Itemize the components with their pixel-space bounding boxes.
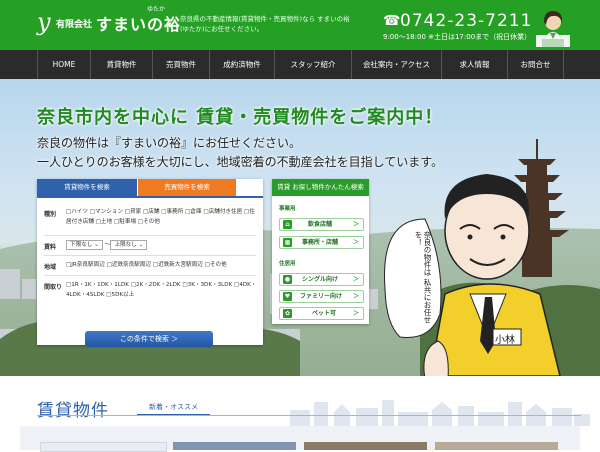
listing-card[interactable]	[304, 442, 427, 450]
quick-office-label: 事務所・店舗	[302, 239, 339, 246]
quick-family-label: ファミリー向け	[300, 293, 343, 300]
section-title: 賃貸物件	[37, 401, 109, 421]
quick-office-button[interactable]: ▦ 事務所・店舗 ＞	[279, 236, 364, 249]
phone-icon: ☎	[383, 13, 401, 29]
chevron-right-icon: ＞	[352, 239, 359, 246]
tab-rent-search[interactable]: 賃貸物件を検索	[37, 179, 137, 196]
quick-search-panel: 賃貸 お探し物件かんたん検索 事業用 ⌂ 飲食店舗 ＞ ▦ 事務所・店舗 ＞ 住…	[272, 179, 369, 324]
quick-single-button[interactable]: ● シングル向け ＞	[279, 273, 364, 286]
search-submit-button[interactable]: この条件で検索 ＞	[85, 331, 213, 347]
business-hours: 9:00～18:00 ※土日は17:00まで（祝日休業）	[383, 33, 532, 41]
listing-card[interactable]	[40, 442, 167, 452]
nav-staff[interactable]: スタッフ紹介	[274, 50, 351, 79]
nav-contact[interactable]: お問合せ	[507, 50, 564, 79]
person-icon: ●	[283, 275, 292, 284]
listing-card[interactable]	[173, 442, 296, 450]
rent-min-select[interactable]: 下限なし ⌄	[66, 240, 103, 250]
chevron-right-icon: ＞	[352, 276, 359, 283]
hero-title: 奈良市内を中心に 賃貸・売買物件をご案内中！	[37, 107, 444, 128]
quick-single-label: シングル向け	[302, 276, 339, 283]
quick-search-title: 賃貸 お探し物件かんたん検索	[272, 179, 369, 196]
chevron-right-icon: ＞	[352, 221, 359, 228]
chevron-right-icon: ＞	[352, 293, 359, 300]
company-name[interactable]: すまいの裕	[96, 11, 181, 35]
office-icon: ▦	[283, 238, 292, 247]
speech-balloon-text: 奈良の物件は 私共にお任せを！	[414, 231, 432, 324]
type-checkboxes[interactable]: □ハイツ □マンション □貸家 □店舗 □事務所 □倉庫 □店舗付き住居 □住居…	[66, 207, 258, 227]
company-prefix[interactable]: 有限会社	[56, 17, 92, 30]
chevron-right-icon: ＞	[352, 310, 359, 317]
family-icon: ♥	[283, 292, 292, 301]
main-nav: HOME 賃貸物件 売買物件 成約済物件 スタッフ紹介 会社案内・アクセス 求人…	[0, 50, 600, 79]
quick-pet-label: ペット可	[312, 310, 337, 317]
quick-pet-button[interactable]: ✿ ペット可 ＞	[279, 307, 364, 320]
section-subtitle-tab[interactable]: 新着・オススメ	[137, 402, 210, 416]
rent-label: 賃料	[44, 244, 57, 251]
cityscape-decoration	[290, 400, 590, 426]
layout-label: 間取り	[44, 284, 63, 291]
type-label: 種別	[44, 211, 57, 218]
search-form: 種別 □ハイツ □マンション □貸家 □店舗 □事務所 □倉庫 □店舗付き住居 …	[37, 196, 263, 347]
character-name-tag: 小林	[495, 335, 515, 346]
quick-family-button[interactable]: ♥ ファミリー向け ＞	[279, 290, 364, 303]
quick-restaurant-button[interactable]: ⌂ 飲食店舗 ＞	[279, 218, 364, 231]
layout-checkboxes[interactable]: □1R・1K・1DK・1LDK □2K・2DK・2LDK □3K・3DK・3LD…	[66, 280, 258, 300]
area-checkboxes[interactable]: □JR奈良駅周辺 □近鉄奈良駅周辺 □近鉄新大宮駅周辺 □その他	[66, 260, 258, 270]
quick-restaurant-label: 飲食店舗	[308, 221, 333, 228]
logo-mark[interactable]: y	[37, 9, 51, 35]
nav-sold[interactable]: 成約済物件	[209, 50, 274, 79]
tagline: 奈良県の不動産情報(賃貸物件・売買物件)なら すまいの裕(ゆたか)にお任せくださ…	[180, 15, 350, 33]
property-search-panel: 賃貸物件を検索 売買物件を検索 種別 □ハイツ □マンション □貸家 □店舗 □…	[37, 179, 263, 347]
phone-number[interactable]: 0742-23-7211	[400, 11, 532, 31]
staff-illustration	[536, 11, 570, 47]
section-underline	[37, 415, 581, 416]
category-business: 事業用	[279, 206, 296, 212]
divider	[44, 235, 256, 236]
nav-company[interactable]: 会社案内・アクセス	[351, 50, 441, 79]
category-residential: 住居用	[279, 261, 296, 267]
hero-subtitle-2: 一人ひとりのお客様を大切にし、地域密着の不動産会社を目指しています。	[37, 155, 444, 169]
divider	[44, 255, 256, 256]
restaurant-icon: ⌂	[283, 220, 292, 229]
site-header: y 有限会社 ゆたか すまいの裕 奈良県の不動産情報(賃貸物件・売買物件)なら …	[0, 0, 600, 50]
paw-icon: ✿	[283, 309, 292, 318]
rent-max-select[interactable]: 上限なし ⌄	[110, 240, 148, 250]
nav-home[interactable]: HOME	[37, 50, 90, 79]
tab-sale-search[interactable]: 売買物件を検索	[138, 179, 236, 196]
area-label: 地域	[44, 264, 57, 271]
nav-sale[interactable]: 売買物件	[152, 50, 209, 79]
nav-recruit[interactable]: 求人情報	[441, 50, 507, 79]
rent-range: 下限なし ⌄ ～上限なし ⌄	[66, 240, 149, 250]
listing-card[interactable]	[435, 442, 558, 450]
divider	[44, 275, 256, 276]
hero-subtitle-1: 奈良の物件は『すまいの裕』にお任せください。	[37, 136, 302, 150]
nav-rent[interactable]: 賃貸物件	[90, 50, 152, 79]
